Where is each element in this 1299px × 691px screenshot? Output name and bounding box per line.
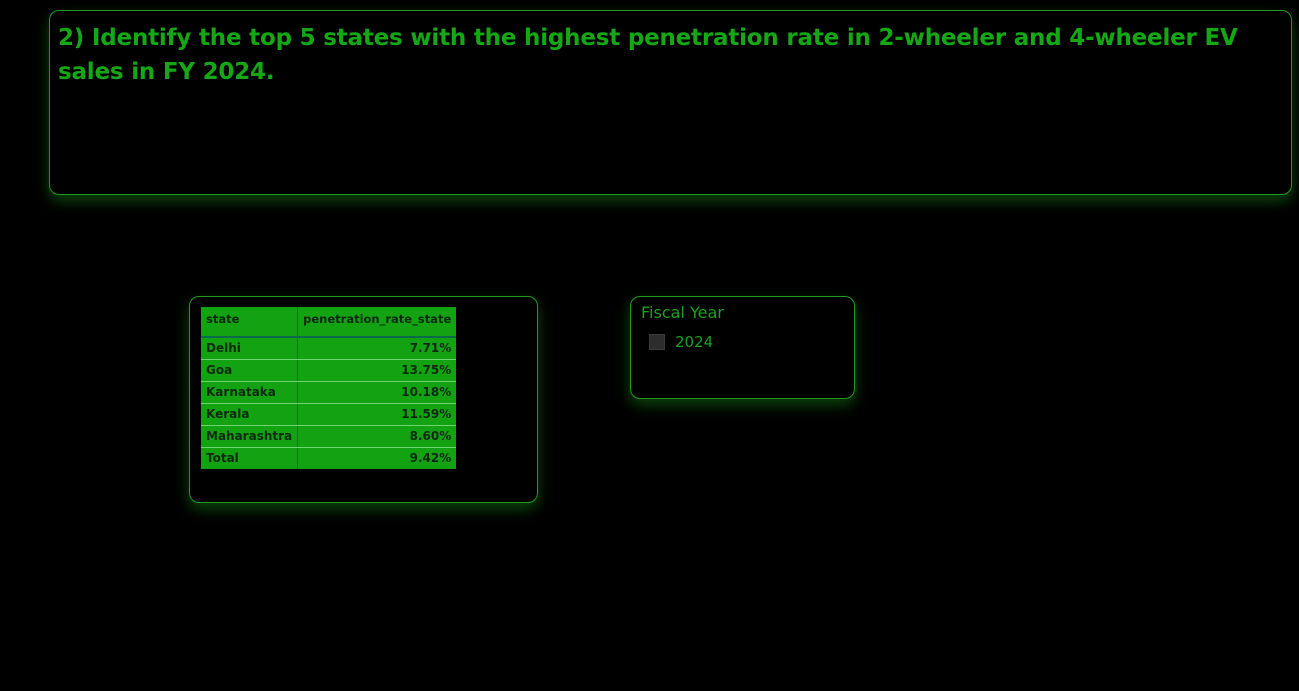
checkbox-icon[interactable] xyxy=(649,334,665,350)
question-title-card: 2) Identify the top 5 states with the hi… xyxy=(49,10,1292,195)
cell-state: Delhi xyxy=(201,337,299,360)
column-header-state[interactable]: state xyxy=(201,307,299,338)
cell-state: Kerala xyxy=(201,403,299,426)
cell-total-rate: 9.42% xyxy=(297,447,457,469)
question-title: 2) Identify the top 5 states with the hi… xyxy=(58,25,1238,85)
table-row[interactable]: Kerala 11.59% xyxy=(201,403,457,426)
table-row[interactable]: Karnataka 10.18% xyxy=(201,381,457,404)
penetration-table: state penetration_rate_state Delhi 7.71%… xyxy=(201,307,457,469)
cell-total-label: Total xyxy=(201,447,299,469)
table-total-row: Total 9.42% xyxy=(201,447,457,469)
slicer-option-label: 2024 xyxy=(675,333,714,351)
cell-state: Maharashtra xyxy=(201,425,299,448)
cell-rate: 8.60% xyxy=(297,425,457,448)
cell-rate: 11.59% xyxy=(297,403,457,426)
table-header-row: state penetration_rate_state xyxy=(201,307,457,338)
table-row[interactable]: Goa 13.75% xyxy=(201,359,457,382)
cell-rate: 13.75% xyxy=(297,359,457,382)
penetration-table-visual[interactable]: state penetration_rate_state Delhi 7.71%… xyxy=(189,296,538,503)
table-row[interactable]: Maharashtra 8.60% xyxy=(201,425,457,448)
slicer-option-2024[interactable]: 2024 xyxy=(649,333,713,351)
report-canvas: 2) Identify the top 5 states with the hi… xyxy=(0,0,1299,691)
table-row[interactable]: Delhi 7.71% xyxy=(201,337,457,360)
cell-state: Goa xyxy=(201,359,299,382)
cell-rate: 7.71% xyxy=(297,337,457,360)
column-header-penetration-rate[interactable]: penetration_rate_state xyxy=(297,307,457,338)
slicer-title: Fiscal Year xyxy=(641,303,724,322)
fiscal-year-slicer: Fiscal Year 2024 xyxy=(630,296,855,399)
cell-state: Karnataka xyxy=(201,381,299,404)
cell-rate: 10.18% xyxy=(297,381,457,404)
